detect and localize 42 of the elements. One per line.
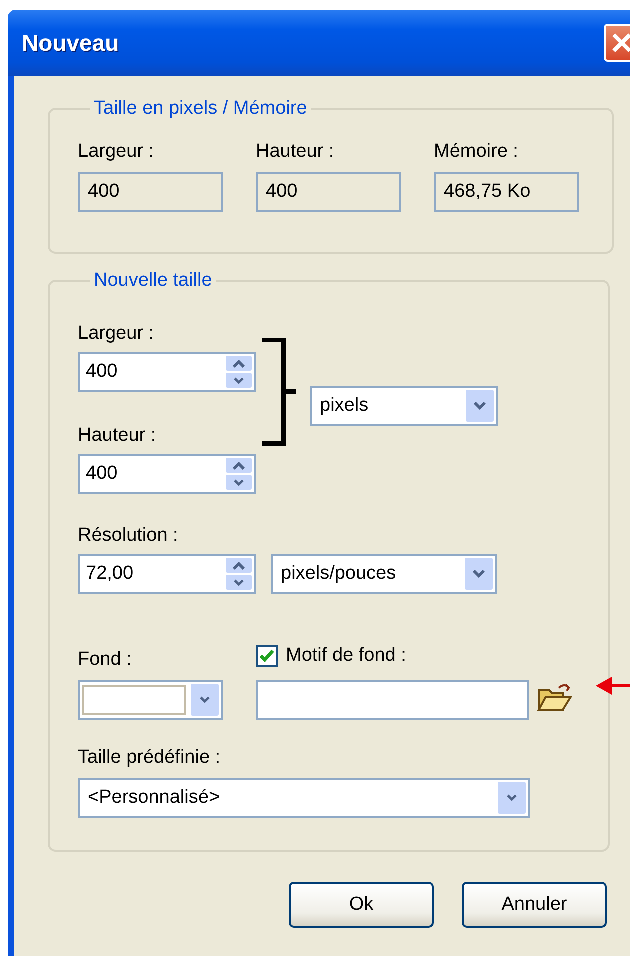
chevron-down-icon <box>232 578 246 586</box>
window-title: Nouveau <box>22 30 120 56</box>
arrow-up-icon <box>232 462 246 470</box>
group-title: Nouvelle taille <box>93 270 214 292</box>
chevron-down-icon <box>472 569 486 579</box>
unit-dropdown[interactable]: pixels <box>310 386 498 426</box>
field-label: Hauteur : <box>78 424 158 448</box>
preset-dropdown[interactable]: <Personnalisé> <box>78 778 530 818</box>
arrow-up-icon <box>232 562 246 570</box>
dialog-button[interactable]: Ok <box>289 882 434 928</box>
close-icon <box>611 32 630 54</box>
number-spinner[interactable]: 400 <box>78 454 256 494</box>
dialog-button[interactable]: Annuler <box>462 882 607 928</box>
resolution-unit-dropdown[interactable]: pixels/pouces <box>271 554 497 594</box>
number-spinner[interactable]: 400 <box>78 352 256 392</box>
color-dropdown[interactable] <box>78 680 223 720</box>
field-label: Hauteur : <box>256 140 336 164</box>
field-label: Mémoire : <box>434 140 520 164</box>
readonly-field: 400 <box>256 172 401 212</box>
checkbox[interactable] <box>256 645 278 667</box>
annotation-arrow <box>594 674 630 698</box>
readonly-field: 400 <box>78 172 223 212</box>
pattern-file-field[interactable] <box>256 680 529 720</box>
chevron-down-icon <box>198 696 212 704</box>
field-label: Résolution : <box>78 524 180 548</box>
group-title: Taille en pixels / Mémoire <box>93 98 308 120</box>
chevron-down-icon <box>473 401 487 411</box>
open-folder-icon[interactable] <box>537 682 573 714</box>
field-label: Fond : <box>78 648 133 672</box>
chevron-down-icon <box>505 794 519 802</box>
number-spinner[interactable]: 72,00 <box>78 554 256 594</box>
chevron-down-icon <box>232 376 246 384</box>
check-icon <box>259 649 275 663</box>
field-label: Largeur : <box>78 140 156 164</box>
checkbox-label: Motif de fond : <box>286 645 406 667</box>
arrow-up-icon <box>232 360 246 368</box>
chevron-down-icon <box>232 478 246 486</box>
field-label: Taille prédéfinie : <box>78 746 222 770</box>
field-label: Largeur : <box>78 322 156 346</box>
close-button[interactable] <box>604 24 630 62</box>
link-bracket-icon <box>262 338 298 446</box>
readonly-field: 468,75 Ko <box>434 172 579 212</box>
